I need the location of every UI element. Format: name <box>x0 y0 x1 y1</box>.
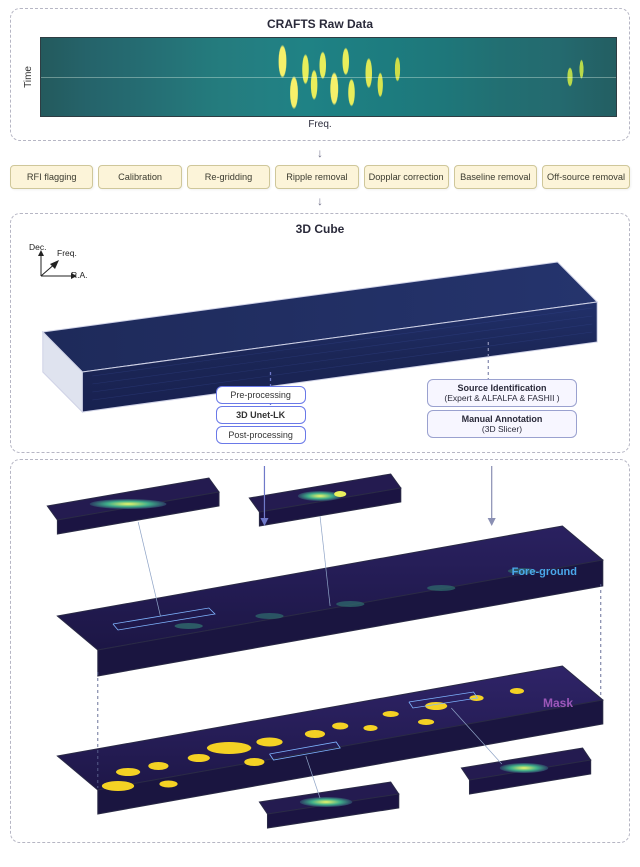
cube-title: 3D Cube <box>23 222 617 236</box>
results-svg <box>17 466 623 836</box>
arrow-down-icon: ↓ <box>10 147 630 159</box>
manual-annotation-title: Manual Annotation <box>438 414 566 424</box>
model-node: 3D Unet-LK <box>216 406 306 424</box>
raw-data-panel: CRAFTS Raw Data Time Freq. <box>10 8 630 141</box>
cube-panel: 3D Cube Dec. Freq. R.A. <box>10 213 630 453</box>
spectrogram-row: Time <box>23 37 617 117</box>
step-box: Off-source removal <box>542 165 630 189</box>
step-box: Baseline removal <box>454 165 537 189</box>
foreground-label: Fore-ground <box>512 566 577 578</box>
results-panel: Fore-ground Mask <box>10 459 630 843</box>
postprocessing-node: Post-processing <box>216 426 306 444</box>
step-box: Calibration <box>98 165 181 189</box>
pipeline-steps: RFI flagging Calibration Re-gridding Rip… <box>10 165 630 189</box>
mask-label: Mask <box>543 696 573 710</box>
arrow-down-icon: ↓ <box>10 195 630 207</box>
foreground-slab <box>57 526 602 676</box>
preprocessing-node: Pre-processing <box>216 386 306 404</box>
source-id-title: Source Identification <box>438 383 566 393</box>
manual-annotation-node: Manual Annotation (3D Slicer) <box>427 410 577 438</box>
source-id-node: Source Identification (Expert & ALFALFA … <box>427 379 577 407</box>
step-box: Dopplar correction <box>364 165 449 189</box>
time-axis-label: Time <box>23 66 34 88</box>
step-box: Re-gridding <box>187 165 270 189</box>
model-stack: Pre-processing 3D Unet-LK Post-processin… <box>216 386 306 444</box>
raw-data-title: CRAFTS Raw Data <box>23 17 617 31</box>
step-box: RFI flagging <box>10 165 93 189</box>
annotation-stack: Source Identification (Expert & ALFALFA … <box>427 379 577 438</box>
step-box: Ripple removal <box>275 165 358 189</box>
freq-axis-label: Freq. <box>23 119 617 130</box>
raw-spectrogram <box>40 37 617 117</box>
source-id-paren: (Expert & ALFALFA & FASHII ) <box>438 393 566 403</box>
manual-annotation-paren: (3D Slicer) <box>438 424 566 434</box>
